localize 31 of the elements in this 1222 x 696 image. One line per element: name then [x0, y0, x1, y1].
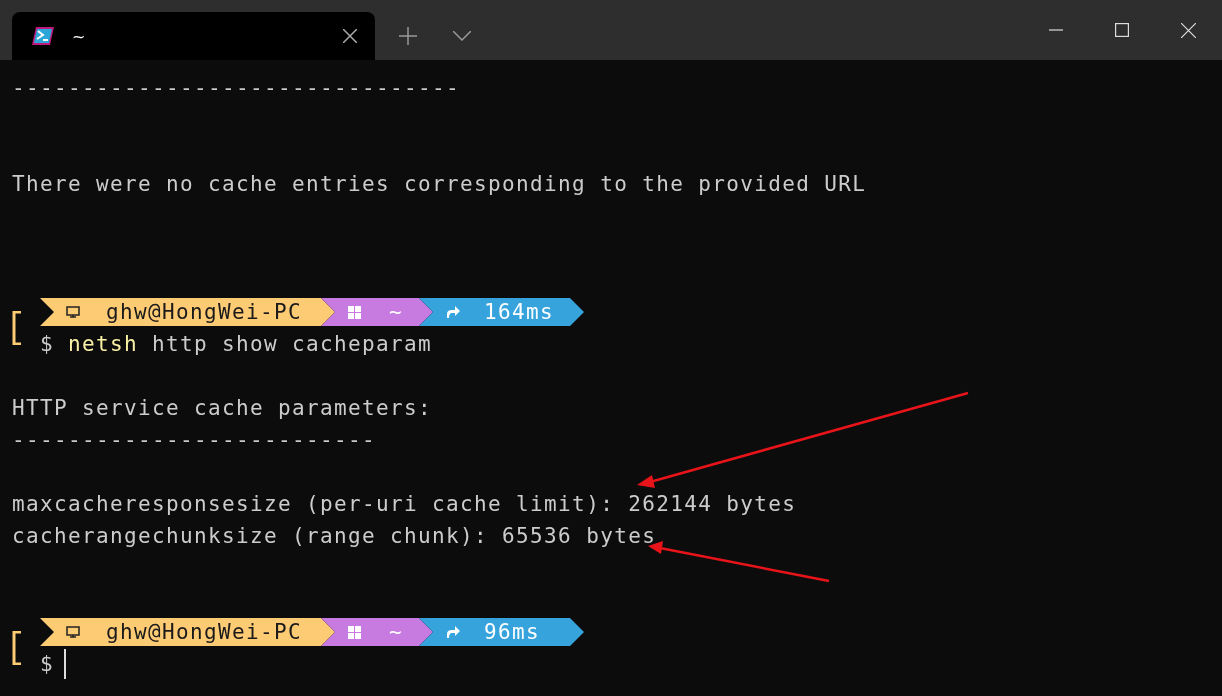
windows-logo-icon [348, 305, 361, 319]
duration-text: 96ms [484, 620, 540, 644]
output-line: -------------------------- [12, 427, 378, 454]
output-line: maxcacheresponsesize (per-uri cache limit): 262144 bytes [12, 491, 798, 518]
monitor-icon [66, 626, 80, 638]
command-text: netsh http show cacheparam [68, 332, 433, 356]
plus-icon[interactable] [399, 27, 417, 45]
prompt-symbol: $ [40, 332, 54, 356]
path-text: ~ [389, 300, 403, 324]
curved-arrow-icon [446, 626, 460, 638]
windows-logo-icon [348, 625, 361, 639]
output-line: -------------------------------- [12, 75, 462, 102]
path-text: ~ [389, 620, 403, 644]
prompt-symbol: $ [40, 652, 54, 676]
output-line: HTTP service cache parameters: [12, 395, 434, 422]
user-host-text: ghw@HongWei-PC [106, 300, 303, 324]
close-icon[interactable] [343, 29, 357, 43]
monitor-icon [66, 306, 80, 318]
duration-text: 164ms [484, 300, 554, 324]
text-cursor [64, 649, 66, 679]
bracket-icon [12, 311, 22, 345]
output-line: cacherangechunksize (range chunk): 65536 bytes [12, 523, 658, 550]
powershell-icon [32, 27, 54, 45]
output-line: There were no cache entries corresponding to the provided URL [12, 171, 868, 198]
chevron-down-icon[interactable] [453, 31, 471, 41]
user-host-text: ghw@HongWei-PC [106, 620, 303, 644]
tab-title: ~ [72, 26, 87, 46]
terminal-tab[interactable]: ~ [12, 12, 375, 60]
curved-arrow-icon [446, 306, 460, 318]
maximize-icon[interactable] [1115, 23, 1129, 37]
bracket-icon [12, 631, 22, 665]
